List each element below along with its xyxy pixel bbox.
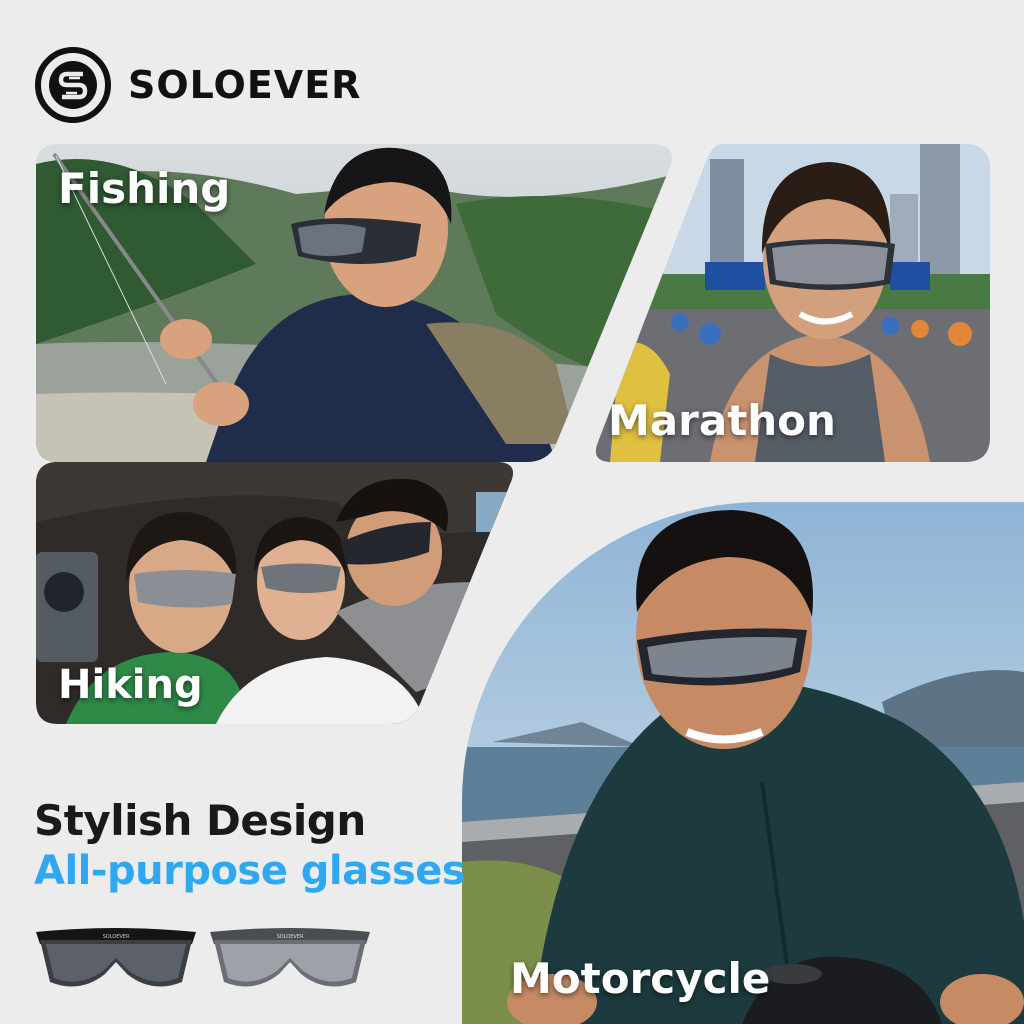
lens-print: SOLOEVER [277,934,304,940]
headline: Stylish Design [34,796,366,845]
panel-label-hiking: Hiking [58,662,203,708]
fishing-photo-panel: Fishing [36,144,676,462]
motorcycle-photo-panel: Motorcycle [462,502,1024,1024]
brand-name: SOLOEVER [128,63,362,107]
s-monogram-icon [35,47,111,123]
brand-logo: SOLOEVER [34,46,361,124]
motorcycle-scene [462,502,1024,1024]
grey-frame-glasses-image: SOLOEVER [210,928,370,987]
black-frame-glasses-image: SOLOEVER [36,928,196,987]
lens-print: SOLOEVER [103,934,130,940]
panel-label-motorcycle: Motorcycle [510,954,771,1003]
hiking-photo-panel: Hiking [36,462,516,724]
panel-label-marathon: Marathon [608,396,836,445]
panel-label-fishing: Fishing [58,164,231,213]
subline: All-purpose glasses [34,848,466,894]
